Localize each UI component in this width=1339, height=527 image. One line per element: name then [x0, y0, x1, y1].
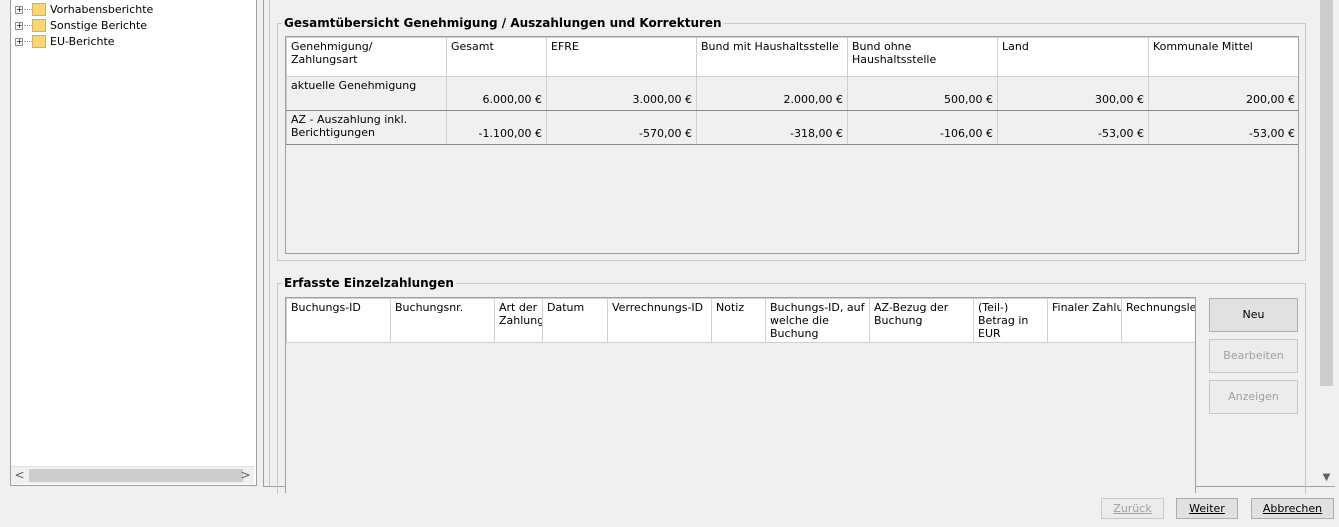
- table-cell: 500,00 €: [847, 76, 998, 111]
- tree-item-label: Vorhabensberichte: [50, 3, 154, 16]
- column-header[interactable]: Notiz: [711, 298, 766, 343]
- column-header[interactable]: Verrechnungs-ID: [607, 298, 712, 343]
- tree-horizontal-scrollbar[interactable]: < >: [11, 466, 254, 484]
- edit-button[interactable]: Bearbeiten: [1209, 339, 1298, 373]
- table-cell: 300,00 €: [997, 76, 1149, 111]
- scroll-thumb[interactable]: [29, 469, 243, 482]
- column-header-buchungs-id[interactable]: ^ Buchungs-ID: [286, 298, 391, 343]
- column-header[interactable]: Kommunale Mittel: [1148, 37, 1298, 77]
- splitter[interactable]: [263, 0, 264, 486]
- column-header[interactable]: Rechnungslegung: [1121, 298, 1195, 343]
- table-cell: 6.000,00 €: [446, 76, 547, 111]
- scroll-right-icon[interactable]: >: [237, 467, 254, 484]
- folder-icon: [32, 3, 46, 16]
- view-button[interactable]: Anzeigen: [1209, 380, 1298, 414]
- table-cell: -53,00 €: [1148, 110, 1298, 145]
- tree-connector: [24, 25, 32, 26]
- table-cell: AZ - Auszahlung inkl. Berichtigungen: [286, 110, 447, 145]
- column-header[interactable]: Bund ohne Haushaltsstelle: [847, 37, 998, 77]
- payments-table[interactable]: ^ Buchungs-ID Buchungsnr. Art der Zahlun…: [285, 297, 1196, 493]
- table-cell: 200,00 €: [1148, 76, 1298, 111]
- tree-item-label: EU-Berichte: [50, 35, 115, 48]
- table-cell: -106,00 €: [847, 110, 998, 145]
- plus-box-icon[interactable]: +: [15, 38, 23, 46]
- new-button[interactable]: Neu: [1209, 298, 1298, 332]
- overview-title: Gesamtübersicht Genehmigung / Auszahlung…: [282, 16, 724, 30]
- scroll-down-icon[interactable]: ▼: [1319, 470, 1334, 486]
- column-header[interactable]: AZ-Bezug der Buchung: [869, 298, 974, 343]
- column-header[interactable]: Finaler Zahlungsantrag: [1047, 298, 1122, 343]
- column-header[interactable]: Buchungs-ID, auf welche die Buchung: [765, 298, 870, 343]
- scroll-thumb[interactable]: [1320, 0, 1333, 386]
- folder-icon: [32, 35, 46, 48]
- column-header-label: Buchungs-ID: [291, 301, 361, 314]
- table-cell: -570,00 €: [546, 110, 697, 145]
- table-cell: aktuelle Genehmigung: [286, 76, 447, 111]
- column-header[interactable]: Gesamt: [446, 37, 547, 77]
- overview-table[interactable]: Genehmigung/ Zahlungsart Gesamt EFRE Bun…: [285, 36, 1299, 254]
- plus-box-icon[interactable]: +: [15, 22, 23, 30]
- next-button[interactable]: Weiter: [1176, 498, 1238, 519]
- content-border: [269, 0, 270, 486]
- column-header[interactable]: Datum: [542, 298, 608, 343]
- column-header[interactable]: Bund mit Haushaltsstelle: [696, 37, 848, 77]
- main-vertical-scrollbar[interactable]: ▼: [1319, 0, 1334, 486]
- column-header[interactable]: EFRE: [546, 37, 697, 77]
- cancel-button[interactable]: Abbrechen: [1251, 498, 1334, 519]
- column-header[interactable]: Art der Zahlung: [494, 298, 543, 343]
- table-cell: -53,00 €: [997, 110, 1149, 145]
- folder-icon: [32, 19, 46, 32]
- plus-box-icon[interactable]: +: [15, 6, 23, 14]
- payments-title: Erfasste Einzelzahlungen: [282, 276, 456, 290]
- scroll-left-icon[interactable]: <: [11, 467, 28, 484]
- back-button-label: Zurück: [1113, 502, 1152, 515]
- table-cell: -1.100,00 €: [446, 110, 547, 145]
- column-header[interactable]: Genehmigung/ Zahlungsart: [286, 37, 447, 77]
- column-header[interactable]: Land: [997, 37, 1149, 77]
- report-tree[interactable]: + Vorhabensberichte + Sonstige Berichte …: [10, 0, 257, 486]
- column-header[interactable]: (Teil-) Betrag in EUR: [973, 298, 1048, 343]
- table-row[interactable]: AZ - Auszahlung inkl. Berichtigungen -1.…: [286, 110, 1298, 145]
- cancel-button-label: Abbrechen: [1262, 502, 1323, 515]
- tree-item-label: Sonstige Berichte: [50, 19, 148, 32]
- tree-connector: [24, 41, 32, 42]
- tree-connector: [24, 9, 32, 10]
- next-button-label: Weiter: [1189, 502, 1225, 515]
- table-cell: 2.000,00 €: [696, 76, 848, 111]
- table-cell: 3.000,00 €: [546, 76, 697, 111]
- column-header[interactable]: Buchungsnr.: [390, 298, 495, 343]
- sort-ascending-icon: ^: [333, 298, 341, 305]
- table-row[interactable]: aktuelle Genehmigung 6.000,00 € 3.000,00…: [286, 76, 1298, 111]
- table-cell: -318,00 €: [696, 110, 848, 145]
- back-button[interactable]: Zurück: [1101, 498, 1164, 519]
